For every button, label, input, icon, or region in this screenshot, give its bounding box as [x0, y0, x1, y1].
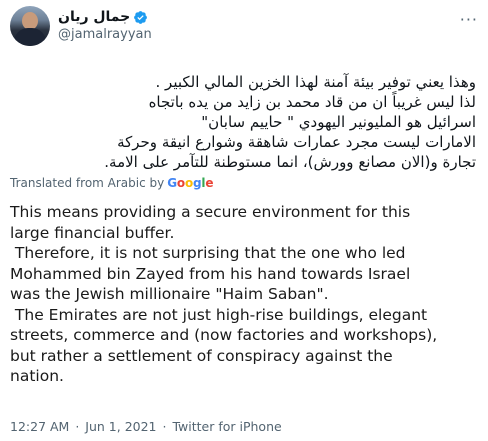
english-line: nation.	[10, 367, 64, 385]
meta-separator: ·	[75, 419, 80, 434]
english-line: but rather a settlement of conspiracy ag…	[10, 346, 393, 365]
avatar-suit	[14, 28, 46, 46]
user-handle[interactable]: @jamalrayyan	[58, 26, 152, 43]
english-line: Mohammed bin Zayed from his hand towards…	[10, 264, 411, 283]
english-line: The Emirates are not just high-rise buil…	[10, 305, 428, 324]
english-line: Therefore, it is not surprising that the…	[10, 244, 406, 262]
tweet-original-text: وهذا يعني توفير بيئة آمنة لهذا الخزين ال…	[10, 72, 478, 172]
english-line: large financial buffer.	[10, 223, 175, 242]
tweet-translated-text: This means providing a secure environmen…	[10, 202, 478, 387]
display-name[interactable]: جمال ريان	[58, 8, 130, 26]
arabic-line: اسرائيل هو المليونير اليهودي " حاييم ساب…	[201, 113, 476, 131]
tweet-source[interactable]: Twitter for iPhone	[172, 419, 281, 434]
english-line: was the Jewish millionaire "Haim Saban".	[10, 285, 329, 303]
tweet-date[interactable]: Jun 1, 2021	[85, 419, 156, 434]
translation-label: Translated from Arabic by	[10, 176, 165, 190]
meta-separator: ·	[162, 419, 167, 434]
google-logo-icon: Google	[167, 176, 214, 190]
tweet-header: جمال ريان @jamalrayyan ···	[10, 6, 478, 54]
user-info: جمال ريان @jamalrayyan	[58, 8, 152, 43]
arabic-line: الامارات ليست مجرد عمارات شاهقة وشوارع ا…	[117, 133, 476, 151]
english-line: This means providing a secure environmen…	[10, 203, 411, 221]
arabic-line: وهذا يعني توفير بيئة آمنة لهذا الخزين ال…	[155, 73, 476, 91]
verified-badge-icon	[134, 10, 148, 24]
more-options-icon[interactable]: ···	[460, 10, 478, 29]
arabic-line: لذا ليس غريباً ان من قاد محمد بن زايد من…	[148, 93, 476, 111]
english-line: streets, commerce and (now factories and…	[10, 326, 438, 344]
arabic-line: تجارة و(الان مصانع وورش)، انما مستوطنة ل…	[104, 153, 476, 171]
name-row: جمال ريان	[58, 8, 152, 26]
tweet-metadata: 12:27 AM · Jun 1, 2021 · Twitter for iPh…	[10, 419, 282, 434]
tweet-card: جمال ريان @jamalrayyan ··· وهذا يعني توف…	[0, 0, 488, 441]
translation-attribution[interactable]: Translated from Arabic by Google	[10, 176, 478, 190]
avatar[interactable]	[10, 6, 50, 46]
tweet-time[interactable]: 12:27 AM	[10, 419, 69, 434]
